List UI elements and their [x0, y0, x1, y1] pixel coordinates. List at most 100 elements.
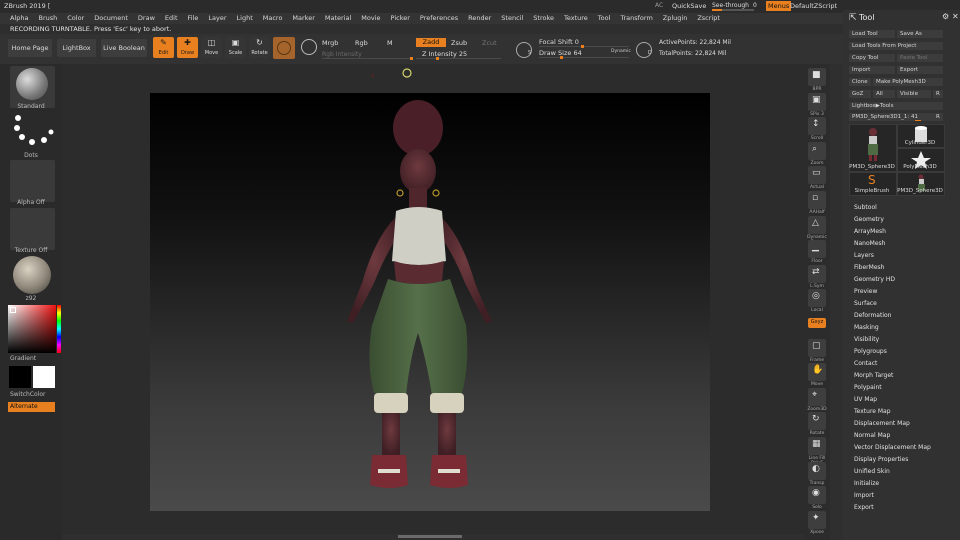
zcut-button[interactable]: Zcut [482, 39, 497, 47]
subpalette-texture-map[interactable]: Texture Map [854, 408, 891, 415]
clone-button[interactable]: Clone [849, 78, 871, 86]
shelf-bpr-button[interactable]: ■ [808, 68, 826, 86]
paste-tool-button[interactable]: Paste Tool [897, 54, 943, 62]
export-tool-button[interactable]: Export [897, 66, 943, 74]
move-button[interactable]: ◫ Move [201, 37, 222, 58]
shelf-actual-button[interactable]: ▭ [808, 166, 826, 185]
alpha-tile[interactable] [10, 160, 55, 202]
subpalette-morph-target[interactable]: Morph Target [854, 372, 893, 379]
brush-standard-tile[interactable] [10, 66, 55, 108]
focal-shift-slider[interactable] [539, 46, 629, 47]
visible-button[interactable]: Visible [897, 90, 931, 98]
scale-button[interactable]: ▣ Scale [225, 37, 246, 58]
menu-macro[interactable]: Macro [263, 13, 283, 24]
load-tool-button[interactable]: Load Tool [849, 30, 895, 38]
shelf-rotate-button[interactable]: ↻ [808, 412, 826, 431]
bottom-shelf-handle[interactable] [398, 535, 462, 538]
d-circle-icon[interactable]: D [636, 42, 652, 58]
shelf-local-button[interactable]: ◎ [808, 289, 826, 308]
menus-button[interactable]: Menus [766, 1, 792, 11]
subpalette-layers[interactable]: Layers [854, 252, 874, 259]
menu-movie[interactable]: Movie [361, 13, 380, 24]
shelf-floor-button[interactable]: ▁ [808, 240, 826, 259]
subpalette-display-properties[interactable]: Display Properties [854, 456, 908, 463]
menu-brush[interactable]: Brush [38, 13, 57, 24]
shelf-frame-button[interactable]: ▢ [808, 338, 826, 357]
subpalette-visibility[interactable]: Visibility [854, 336, 879, 343]
menu-layer[interactable]: Layer [208, 13, 226, 24]
secondary-color-swatch[interactable] [33, 366, 55, 388]
stroke-dots-tile[interactable] [10, 112, 55, 154]
load-tools-from-project-button[interactable]: Load Tools From Project [849, 42, 943, 50]
shelf-move-button[interactable]: ✋ [808, 363, 826, 382]
subpalette-preview[interactable]: Preview [854, 288, 877, 295]
material-tile[interactable] [10, 255, 55, 297]
home-page-button[interactable]: Home Page [8, 39, 52, 57]
menu-zscript[interactable]: Zscript [697, 13, 720, 24]
subpalette-geometry-hd[interactable]: Geometry HD [854, 276, 895, 283]
palette-pin-icon[interactable]: ⇱ [849, 13, 857, 23]
m-button[interactable]: M [387, 39, 393, 47]
menu-color[interactable]: Color [67, 13, 84, 24]
lightbox-button[interactable]: LightBox [57, 39, 96, 57]
rotate-button[interactable]: ↻ Rotate [249, 37, 270, 58]
switchcolor-button[interactable]: SwitchColor [10, 391, 46, 398]
subpalette-surface[interactable]: Surface [854, 300, 877, 307]
zadd-button[interactable]: Zadd [416, 38, 446, 47]
menu-material[interactable]: Material [325, 13, 351, 24]
copy-tool-button[interactable]: Copy Tool [849, 54, 895, 62]
menu-document[interactable]: Document [94, 13, 128, 24]
subpalette-normal-map[interactable]: Normal Map [854, 432, 890, 439]
edit-button[interactable]: ✎ Edit [153, 37, 174, 58]
import-tool-button[interactable]: Import [849, 66, 895, 74]
settings-icon[interactable]: ⚙ [942, 12, 949, 21]
menu-zplugin[interactable]: Zplugin [663, 13, 688, 24]
menu-preferences[interactable]: Preferences [420, 13, 458, 24]
subpalette-uv-map[interactable]: UV Map [854, 396, 877, 403]
make-polymesh3d-button[interactable]: Make PolyMesh3D [873, 78, 943, 86]
color-picker[interactable] [8, 305, 56, 353]
lightbox-tools-button[interactable]: Lightbox▶Tools [849, 102, 943, 110]
subpalette-nanomesh[interactable]: NanoMesh [854, 240, 885, 247]
texture-tile[interactable] [10, 208, 55, 250]
zsub-button[interactable]: Zsub [451, 39, 467, 47]
goz-button[interactable]: GoZ [849, 90, 871, 98]
primary-color-swatch[interactable] [9, 366, 31, 388]
shelf-spix-3-button[interactable]: ▣ [808, 92, 826, 111]
s-circle-icon[interactable]: S [516, 42, 532, 58]
all-button[interactable]: All [873, 90, 895, 98]
menu-picker[interactable]: Picker [391, 13, 410, 24]
subpalette-fibermesh[interactable]: FiberMesh [854, 264, 884, 271]
dynamic-button[interactable]: Dynamic [611, 49, 631, 54]
subpalette-initialize[interactable]: Initialize [854, 480, 879, 487]
shelf-xpose-button[interactable]: ✦ [808, 510, 826, 529]
shelf-aahalf-button[interactable]: ▫ [808, 191, 826, 209]
shelf-zoom-button[interactable]: ⌕ [808, 141, 826, 160]
rgb-intensity-slider[interactable] [322, 58, 412, 59]
close-icon[interactable]: ✕ [952, 12, 959, 21]
default-zscript-button[interactable]: DefaultZScript [790, 2, 837, 10]
subpalette-unified-skin[interactable]: Unified Skin [854, 468, 890, 475]
shelf-zoom3d-button[interactable]: ⌖ [808, 387, 826, 406]
current-tool-r-button[interactable]: R [933, 113, 943, 121]
texture-swatch-icon[interactable] [301, 39, 317, 55]
shelf-dynamic-persp-button[interactable]: △ [808, 215, 826, 234]
gradient-label[interactable]: Gradient [10, 355, 36, 362]
mrgb-button[interactable]: Mrgb [322, 39, 338, 47]
seethrough-slider[interactable] [712, 9, 754, 11]
menu-tool[interactable]: Tool [598, 13, 611, 24]
subpalette-polygroups[interactable]: Polygroups [854, 348, 887, 355]
menu-transform[interactable]: Transform [620, 13, 652, 24]
rgb-button[interactable]: Rgb [355, 39, 368, 47]
live-boolean-button[interactable]: Live Boolean [101, 39, 147, 57]
subpalette-geometry[interactable]: Geometry [854, 216, 884, 223]
subpalette-export[interactable]: Export [854, 504, 874, 511]
save-as-button[interactable]: Save As [897, 30, 943, 38]
menu-draw[interactable]: Draw [138, 13, 155, 24]
alternate-button[interactable]: Alternate [8, 402, 55, 412]
hue-strip[interactable] [57, 305, 61, 353]
material-sphere-button[interactable] [273, 37, 295, 59]
menu-texture[interactable]: Texture [564, 13, 588, 24]
menu-stencil[interactable]: Stencil [501, 13, 523, 24]
subpalette-deformation[interactable]: Deformation [854, 312, 891, 319]
